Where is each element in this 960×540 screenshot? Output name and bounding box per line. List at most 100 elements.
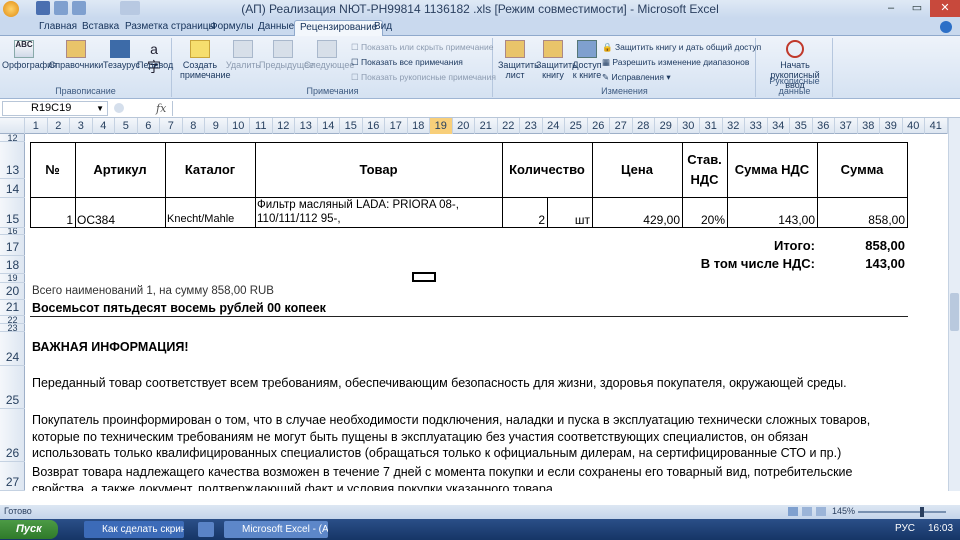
column-header[interactable]: 27 [610, 118, 633, 134]
important-info-heading[interactable]: ВАЖНАЯ ИНФОРМАЦИЯ! [32, 340, 189, 354]
delete-note-button[interactable]: Удалить [223, 40, 263, 70]
cell-catalog[interactable]: Knecht/Mahle [167, 213, 234, 225]
research-button[interactable]: Справочники [48, 40, 104, 70]
share-book-button[interactable]: Доступ к книге [572, 40, 602, 80]
vat-total-value[interactable]: 143,00 [817, 256, 905, 271]
row-header[interactable]: 26 [0, 409, 25, 462]
column-header[interactable]: 36 [813, 118, 835, 134]
cell-quantity[interactable]: 2 [502, 213, 545, 227]
column-header[interactable]: 16 [363, 118, 385, 134]
normal-view-icon[interactable] [788, 507, 798, 516]
row-header[interactable]: 23 [0, 324, 25, 332]
previous-note-button[interactable]: Предыдущее [259, 40, 314, 70]
column-header[interactable]: 18 [408, 118, 430, 134]
next-note-button[interactable]: Следующее [304, 40, 354, 70]
row-header[interactable]: 21 [0, 300, 25, 316]
show-hide-note-button[interactable]: ☐ Показать или скрыть примечание [351, 42, 493, 53]
allow-ranges-button[interactable]: ▦ Разрешить изменение диапазонов [602, 57, 749, 68]
column-header[interactable]: 38 [858, 118, 880, 134]
spelling-button[interactable]: ABC Орфография [2, 40, 57, 70]
thesaurus-button[interactable]: Тезаурус [103, 40, 140, 70]
column-header[interactable]: 9 [205, 118, 228, 134]
cell-sum[interactable]: 858,00 [817, 213, 905, 227]
column-header[interactable]: 32 [723, 118, 745, 134]
column-header[interactable]: 26 [588, 118, 610, 134]
column-header[interactable]: 20 [453, 118, 475, 134]
column-header[interactable]: 6 [138, 118, 160, 134]
column-header[interactable]: 10 [228, 118, 250, 134]
column-header[interactable]: 31 [700, 118, 723, 134]
column-header[interactable]: 33 [745, 118, 768, 134]
vertical-scrollbar[interactable] [948, 118, 960, 491]
tab-view[interactable]: Вид [369, 20, 397, 36]
cell-product-line2[interactable]: 110/111/112 95-, [257, 213, 341, 225]
taskbar-app-icon[interactable] [198, 522, 214, 537]
scroll-thumb[interactable] [950, 293, 959, 331]
start-button[interactable]: Пуск [0, 520, 58, 539]
column-header[interactable]: 21 [475, 118, 498, 134]
track-changes-button[interactable]: ✎ Исправления ▾ [602, 72, 671, 83]
column-header[interactable]: 19 [430, 118, 453, 134]
column-header[interactable]: 35 [790, 118, 813, 134]
close-button[interactable]: ✕ [930, 0, 960, 17]
page-layout-view-icon[interactable] [802, 507, 812, 516]
info-paragraph-1[interactable]: Переданный товар соответствует всем треб… [32, 376, 847, 390]
total-value[interactable]: 858,00 [817, 238, 905, 253]
cell-vat-rate[interactable]: 20% [682, 213, 725, 227]
row-header[interactable]: 13 [0, 142, 25, 179]
protect-and-share-button[interactable]: 🔒 Защитить книгу и дать общий доступ [602, 42, 761, 53]
column-header[interactable]: 2 [48, 118, 70, 134]
cell-number[interactable]: 1 [30, 213, 73, 227]
row-header[interactable]: 22 [0, 316, 25, 324]
cell-article[interactable]: OC384 [77, 213, 115, 227]
worksheet-grid[interactable]: № Артикул Каталог Товар Количество Цена … [25, 134, 925, 491]
column-header[interactable]: 24 [543, 118, 565, 134]
column-header[interactable]: 7 [160, 118, 183, 134]
column-header[interactable]: 5 [115, 118, 138, 134]
row-header[interactable]: 20 [0, 283, 25, 300]
row-header[interactable]: 19 [0, 274, 25, 283]
formula-bar-resize-handle[interactable] [114, 103, 124, 113]
row-header[interactable]: 12 [0, 134, 25, 142]
name-box[interactable]: R19C19 ▼ [2, 101, 108, 116]
column-header[interactable]: 30 [678, 118, 700, 134]
row-header[interactable]: 15 [0, 198, 25, 228]
translate-button[interactable]: a字 Перевод [137, 40, 173, 75]
column-header[interactable]: 34 [768, 118, 790, 134]
zoom-level[interactable]: 145% [832, 506, 855, 516]
column-header[interactable]: 41 [925, 118, 948, 134]
minimize-button[interactable]: – [878, 0, 904, 17]
column-header[interactable]: 29 [655, 118, 678, 134]
column-header[interactable]: 3 [70, 118, 93, 134]
row-header[interactable]: 16 [0, 228, 25, 235]
info-paragraph-2-line2[interactable]: которые по техническим требованиям не мо… [32, 430, 808, 444]
select-all-corner[interactable] [0, 118, 25, 134]
vat-total-label[interactable]: В том числе НДС: [625, 256, 815, 271]
help-icon[interactable] [940, 21, 952, 33]
zoom-slider-thumb[interactable] [920, 507, 924, 517]
column-header[interactable]: 40 [903, 118, 925, 134]
column-header[interactable]: 39 [880, 118, 903, 134]
total-label[interactable]: Итого: [625, 238, 815, 253]
info-paragraph-2-line1[interactable]: Покупатель проинформирован о том, что в … [32, 413, 870, 427]
active-cell-cursor[interactable] [412, 272, 436, 282]
cell-vat-sum[interactable]: 143,00 [727, 213, 815, 227]
column-header[interactable]: 12 [273, 118, 295, 134]
page-break-view-icon[interactable] [816, 507, 826, 516]
zoom-slider[interactable] [858, 511, 946, 513]
row-header[interactable]: 18 [0, 256, 25, 274]
row-header[interactable]: 14 [0, 179, 25, 198]
cell-unit[interactable]: шт [547, 213, 590, 227]
column-header[interactable]: 1 [25, 118, 48, 134]
column-header[interactable]: 8 [183, 118, 205, 134]
row-header[interactable]: 24 [0, 332, 25, 366]
column-header[interactable]: 11 [250, 118, 273, 134]
tab-formulas[interactable]: Формулы [205, 20, 259, 36]
row-header[interactable]: 17 [0, 235, 25, 256]
amount-in-words[interactable]: Восемьсот пятьдесят восемь рублей 00 коп… [32, 301, 326, 315]
taskbar-item-screenshot[interactable]: Как сделать скрин... [84, 521, 184, 538]
column-header[interactable]: 14 [318, 118, 340, 134]
row-header[interactable]: 27 [0, 462, 25, 491]
create-note-button[interactable]: Создать примечание [175, 40, 231, 80]
column-header[interactable]: 17 [385, 118, 408, 134]
